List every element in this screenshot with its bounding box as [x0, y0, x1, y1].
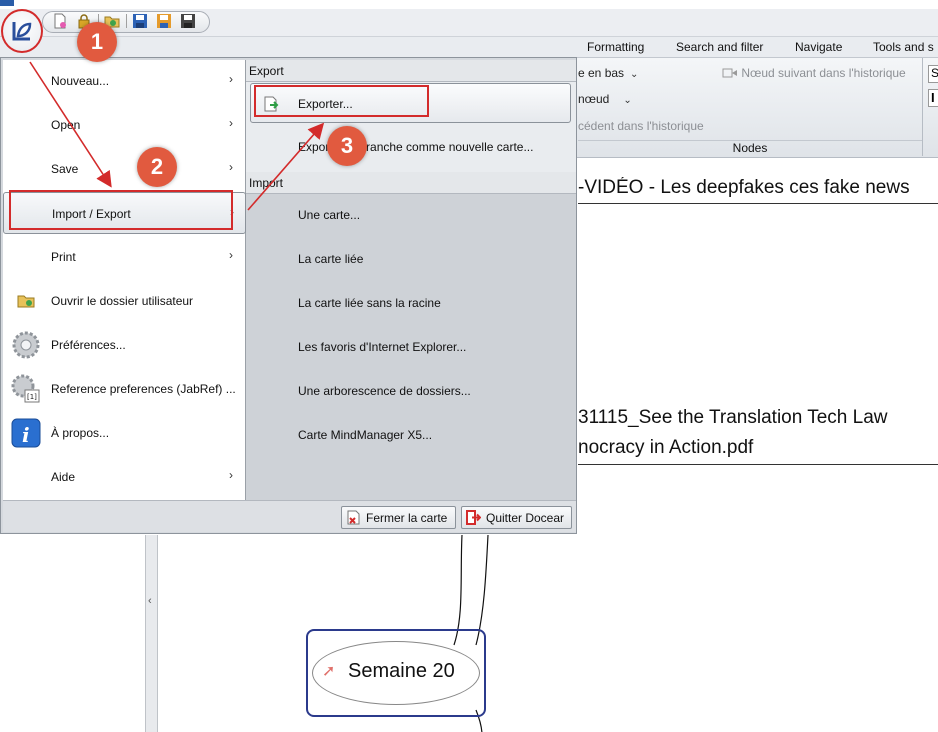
- step-2-badge: 2: [137, 147, 177, 187]
- export-section-header: Export: [246, 60, 576, 82]
- node-underline: [578, 464, 938, 465]
- ribbon-tab-bar: Formatting Search and filter Navigate To…: [0, 37, 938, 58]
- window-app-icon: [0, 0, 14, 6]
- import-folder-tree-button[interactable]: Une arborescence de dossiers...: [246, 371, 576, 411]
- close-map-button[interactable]: Fermer la carte: [341, 506, 456, 529]
- menu-item-print[interactable]: Print ›: [3, 236, 246, 278]
- menu-item-open-user-folder[interactable]: Ouvrir le dossier utilisateur: [3, 280, 246, 322]
- quick-access-toolbar: [0, 9, 938, 37]
- panel-splitter[interactable]: ‹: [146, 535, 158, 732]
- style-field[interactable]: S: [928, 65, 938, 83]
- close-map-icon: [347, 510, 360, 525]
- chevron-right-icon: ›: [229, 468, 233, 482]
- tab-navigate[interactable]: Navigate: [795, 40, 842, 54]
- export-branch-button[interactable]: Exporter la branche comme nouvelle carte…: [246, 127, 576, 167]
- chevron-down-icon: ⌄: [623, 95, 632, 106]
- node-dropdown[interactable]: nœud ⌄: [578, 92, 632, 106]
- chevron-right-icon: ›: [229, 248, 233, 262]
- import-export-submenu: Export Exporter... Exporter la branche c…: [246, 60, 576, 500]
- application-menu: Nouveau... › Open › Save › Import / Expo…: [0, 57, 577, 534]
- step-1-badge: 1: [77, 22, 117, 62]
- import-linked-map-button[interactable]: La carte liée: [246, 239, 576, 279]
- menu-item-save[interactable]: Save ›: [3, 148, 246, 190]
- application-menu-button[interactable]: [1, 9, 43, 53]
- menu-item-help[interactable]: Aide ›: [3, 456, 246, 498]
- menu-item-about[interactable]: i À propos...: [3, 412, 246, 454]
- menu-left-column: Nouveau... › Open › Save › Import / Expo…: [3, 60, 246, 500]
- map-node-text[interactable]: -VIDÉO - Les deepfakes ces fake news: [578, 177, 938, 199]
- tab-search-and-filter[interactable]: Search and filter: [676, 40, 763, 54]
- step-3-badge: 3: [327, 126, 367, 166]
- menu-footer: Fermer la carte Quitter Docear: [3, 500, 576, 532]
- svg-text:i: i: [22, 423, 30, 447]
- bold-button[interactable]: I: [928, 89, 938, 107]
- map-node-text[interactable]: nocracy in Action.pdf: [578, 437, 938, 459]
- chevron-right-icon: ›: [229, 72, 233, 86]
- docear-window: Formatting Search and filter Navigate To…: [0, 0, 938, 732]
- menu-item-preferences[interactable]: Préférences...: [3, 324, 246, 366]
- info-icon: i: [11, 418, 41, 448]
- arrow-up-right-icon: ➚: [322, 663, 336, 680]
- previous-history-button[interactable]: cédent dans l'historique: [578, 119, 704, 133]
- quit-button[interactable]: Quitter Docear: [461, 506, 572, 529]
- move-down-button[interactable]: e en bas ⌄: [578, 66, 638, 80]
- chevron-right-icon: ›: [229, 116, 233, 130]
- import-section-header: Import: [246, 172, 576, 194]
- exit-icon: [466, 510, 481, 525]
- map-node-text[interactable]: 31115_See the Translation Tech Law: [578, 407, 938, 429]
- collapse-arrow-icon[interactable]: ‹: [148, 595, 152, 607]
- left-side-panel: [0, 535, 146, 732]
- import-map-button[interactable]: Une carte...: [246, 195, 576, 235]
- save-icon[interactable]: [132, 13, 148, 29]
- highlight-frame-export: [254, 85, 429, 117]
- import-mindmanager-button[interactable]: Carte MindManager X5...: [246, 415, 576, 455]
- docear-logo-icon: [12, 22, 32, 41]
- save-as-icon[interactable]: [156, 13, 172, 29]
- save-all-icon[interactable]: [180, 13, 196, 29]
- folder-icon: [17, 295, 35, 308]
- menu-item-open[interactable]: Open ›: [3, 104, 246, 146]
- chevron-right-icon: ›: [229, 160, 233, 174]
- tab-formatting[interactable]: Formatting: [587, 40, 644, 54]
- ribbon-group-nodes: Nodes: [578, 140, 922, 156]
- svg-text:[1]: [1]: [27, 393, 37, 401]
- import-linked-map-no-root-button[interactable]: La carte liée sans la racine: [246, 283, 576, 323]
- gear-icon: [12, 331, 40, 359]
- menu-item-new[interactable]: Nouveau... ›: [3, 60, 246, 102]
- tab-tools[interactable]: Tools and s: [873, 40, 934, 54]
- import-ie-favorites-button[interactable]: Les favoris d'Internet Explorer...: [246, 327, 576, 367]
- highlight-frame-import-export: [9, 190, 233, 230]
- gear-reference-icon: [1]: [11, 374, 40, 403]
- chevron-down-icon: ⌄: [630, 69, 639, 80]
- new-document-icon[interactable]: [52, 13, 68, 29]
- menu-item-reference-preferences[interactable]: [1] Reference preferences (JabRef) ...: [3, 368, 246, 410]
- node-label[interactable]: Semaine 20: [348, 660, 455, 683]
- node-underline: [578, 203, 938, 204]
- next-node-icon: [722, 68, 737, 78]
- next-node-history-button[interactable]: Nœud suivant dans l'historique: [722, 66, 906, 80]
